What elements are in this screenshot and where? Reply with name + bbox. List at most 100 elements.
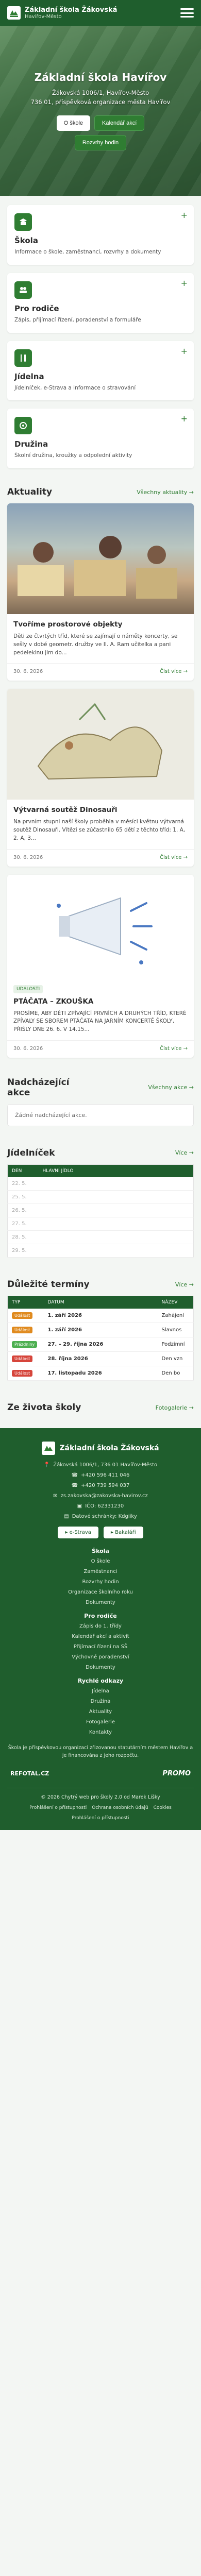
- term-name: Den bo: [157, 1366, 194, 1381]
- footer-bottom-link[interactable]: Prohlášení o přístupnosti: [29, 1805, 87, 1810]
- table-row: Událost 28. října 2026 Den vzn: [7, 1351, 194, 1367]
- term-date: 1. září 2026: [43, 1323, 158, 1338]
- read-more-link[interactable]: Číst více →: [160, 669, 188, 674]
- card-title: Družina: [14, 439, 48, 449]
- footer-link[interactable]: Kontakty: [7, 1730, 194, 1735]
- terms-heading: Důležité termíny: [7, 1279, 90, 1290]
- news-date: 30. 6. 2026: [13, 854, 43, 860]
- term-name: Zahájení: [157, 1309, 194, 1324]
- gallery-link[interactable]: Fotogalerie →: [156, 1404, 194, 1411]
- table-row: Událost 17. listopadu 2026 Den bo: [7, 1366, 194, 1381]
- footer-email[interactable]: ✉ zs.zakovska@zakovska-havirov.cz: [7, 1493, 194, 1499]
- estrava-button[interactable]: ▸ e-Strava: [58, 1527, 98, 1539]
- news-title: Výtvarná soutěž Dinosauři: [13, 806, 118, 815]
- events-section: Nadcházející akce Všechny akce → Žádné n…: [0, 1070, 201, 1141]
- footer-link[interactable]: Kalendář akcí a aktivit: [7, 1634, 194, 1639]
- copyright: © 2026 Chytrý web pro školy 2.0 od Marek…: [7, 1787, 194, 1800]
- footer-link[interactable]: Organizace školního roku: [7, 1589, 194, 1595]
- brand-title: Základní škola Žákovská: [25, 6, 118, 14]
- term-type-badge: Událost: [12, 1355, 33, 1363]
- news-item[interactable]: Tvoříme prostorové objekty Děti ze čtvrt…: [7, 503, 194, 681]
- term-name: Den vzn: [157, 1351, 194, 1367]
- about-school-button[interactable]: O škole: [56, 115, 91, 131]
- footer-link[interactable]: Rozvrhy hodin: [7, 1579, 194, 1585]
- footer-link[interactable]: Zápis do 1. třídy: [7, 1623, 194, 1629]
- term-type-badge: Událost: [12, 1312, 33, 1319]
- footer-link[interactable]: Jídelna: [7, 1688, 194, 1694]
- footer-address: 📍 Žákovská 1006/1, 736 01 Havířov-Město: [43, 1462, 158, 1468]
- term-date: 28. října 2026: [43, 1351, 158, 1367]
- terms-more-link[interactable]: Více →: [175, 1281, 194, 1288]
- table-row: 27. 5.: [7, 1217, 194, 1231]
- school-icon: [14, 213, 32, 231]
- partner-logo: REFOTAL.CZ: [10, 1770, 49, 1777]
- menu-section: Jídelníček Více → DEN HLAVNÍ JÍDLO 22. 5…: [0, 1141, 201, 1273]
- col-meal: HLAVNÍ JÍDLO: [38, 1164, 194, 1177]
- table-row: Událost 1. září 2026 Slavnos: [7, 1323, 194, 1338]
- footer-phone[interactable]: ☎ +420 596 411 046: [7, 1472, 194, 1478]
- plus-icon: +: [180, 346, 188, 356]
- news-item[interactable]: Výtvarná soutěž Dinosauři Na prvním stup…: [7, 689, 194, 867]
- all-news-link[interactable]: Všechny aktuality →: [137, 489, 194, 496]
- footer-link[interactable]: Aktuality: [7, 1709, 194, 1715]
- news-photo: [7, 689, 194, 800]
- footer-link[interactable]: Fotogalerie: [7, 1719, 194, 1725]
- schedule-button[interactable]: Rozvrhy hodin: [74, 134, 127, 150]
- footer-link[interactable]: Dokumenty: [7, 1600, 194, 1605]
- brand-subtitle: Havířov-Město: [25, 14, 62, 20]
- menu-table: DEN HLAVNÍ JÍDLO 22. 5. 25. 5. 26. 5. 27…: [7, 1164, 194, 1258]
- term-date: 1. září 2026: [43, 1309, 158, 1324]
- plus-icon: +: [180, 414, 188, 424]
- hero: Základní škola Havířov Žákovská 1006/1, …: [0, 26, 201, 196]
- gallery-heading: Ze života školy: [7, 1402, 81, 1413]
- col-day: DEN: [7, 1164, 39, 1177]
- events-heading: Nadcházející akce: [7, 1077, 70, 1098]
- term-type-badge: Prázdniny: [12, 1341, 38, 1348]
- footer-bottom-link[interactable]: Prohlášení o přístupnosti: [72, 1816, 129, 1821]
- footer-bottom-link[interactable]: Cookies: [154, 1805, 172, 1810]
- footer-link[interactable]: Družina: [7, 1699, 194, 1704]
- card-title: Jídelna: [14, 371, 44, 381]
- table-row: 29. 5.: [7, 1244, 194, 1258]
- hero-title: Základní škola Havířov: [34, 71, 167, 83]
- menu-more-link[interactable]: Více →: [175, 1149, 194, 1156]
- megaphone-illustration: [7, 874, 194, 978]
- footer-phone[interactable]: ☎ +420 739 594 037: [7, 1483, 194, 1488]
- term-type-badge: Událost: [12, 1370, 33, 1377]
- table-row: Prázdniny 27. – 29. října 2026 Podzimní: [7, 1337, 194, 1352]
- footer-link[interactable]: Dokumenty: [7, 1665, 194, 1670]
- footer-link[interactable]: Přijímací řízení na SŠ: [7, 1644, 194, 1650]
- card-text: Informace o škole, zaměstnanci, rozvrhy …: [14, 249, 161, 255]
- footer-link[interactable]: Výchovné poradenství: [7, 1654, 194, 1660]
- footer-bottom-link[interactable]: Ochrana osobních údajů: [92, 1805, 148, 1810]
- card-club[interactable]: + Družina Školní družina, kroužky a odpo…: [7, 409, 194, 468]
- card-canteen[interactable]: + Jídelna Jídelníček, e-Strava a informa…: [7, 341, 194, 401]
- menu-icon[interactable]: [180, 8, 194, 18]
- table-row: 25. 5.: [7, 1190, 194, 1205]
- col-name: NÁZEV: [157, 1296, 194, 1309]
- card-parents[interactable]: + Pro rodiče Zápis, přijímací řízení, po…: [7, 273, 194, 333]
- news-item[interactable]: UDÁLOSTI PTÁČATA – ZKOUŠKA PROSÍME, ABY …: [7, 874, 194, 1058]
- footer-col-title: Rychlé odkazy: [77, 1677, 124, 1685]
- brand[interactable]: Základní škola Žákovská Havířov-Město: [7, 6, 117, 20]
- club-icon: [14, 417, 32, 435]
- parents-icon: [14, 281, 32, 299]
- school-logo-icon: [42, 1442, 56, 1455]
- news-section: Aktuality Všechny aktuality → Tvoříme pr…: [0, 480, 201, 1070]
- card-school[interactable]: + Škola Informace o škole, zaměstnanci, …: [7, 205, 194, 265]
- card-text: Jídelníček, e-Strava a informace o strav…: [14, 384, 136, 391]
- term-name: Podzimní: [157, 1337, 194, 1352]
- terms-section: Důležité termíny Více → TYP DATUM NÁZEV …: [0, 1272, 201, 1395]
- menu-heading: Jídelníček: [7, 1147, 55, 1158]
- read-more-link[interactable]: Číst více →: [160, 855, 188, 860]
- calendar-button[interactable]: Kalendář akcí: [94, 115, 145, 131]
- read-more-link[interactable]: Číst více →: [160, 1046, 188, 1052]
- news-text: Děti ze čtvrtých tříd, které se zajímají…: [13, 633, 178, 656]
- gallery-section: Ze života školy Fotogalerie →: [0, 1395, 201, 1423]
- top-bar: Základní škola Žákovská Havířov-Město: [0, 0, 201, 26]
- bakalari-button[interactable]: ▸ Bakaláři: [103, 1527, 143, 1539]
- news-text: PROSÍME, ABY DĚTI ZPÍVAJÍCÍ PRVNÍCH A DR…: [13, 1010, 187, 1033]
- all-events-link[interactable]: Všechny akce →: [148, 1084, 194, 1091]
- footer-link[interactable]: O škole: [7, 1558, 194, 1564]
- footer-link[interactable]: Zaměstnanci: [7, 1569, 194, 1574]
